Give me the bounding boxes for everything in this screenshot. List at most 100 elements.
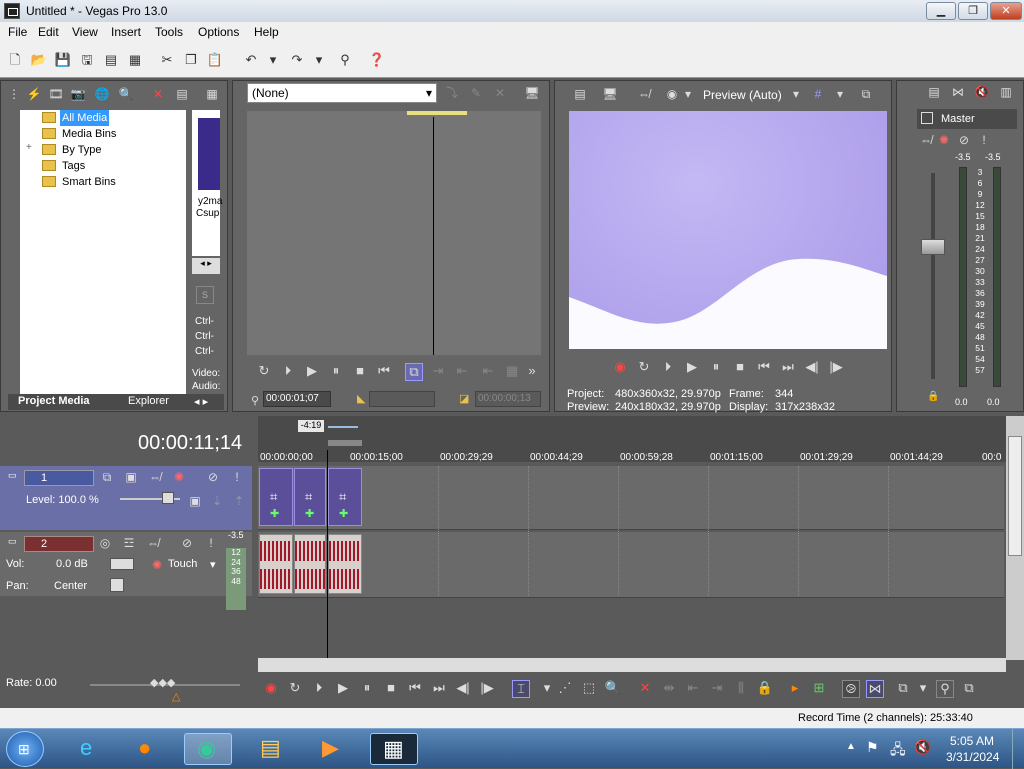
video-event[interactable]: ⌗ ✚ [294,468,326,526]
trim-in-time[interactable]: 00:00:01;07 [263,391,331,407]
loop-playback-icon[interactable]: ↻ [635,359,653,377]
tree-item-by-type[interactable]: By Type [62,142,102,158]
menu-insert[interactable]: Insert [111,25,141,39]
trim-end-icon[interactable]: ⇥ [708,680,726,698]
copy-icon[interactable]: ❐ [182,51,200,69]
chevron-down-icon[interactable]: ▾ [538,680,556,698]
marker-icon[interactable]: ▸ [786,680,804,698]
lock-icon[interactable]: 🔒 [756,680,774,698]
menu-options[interactable]: Options [198,25,239,39]
trim-icon[interactable]: ⇤ [479,363,497,381]
solo-icon[interactable]: ! [228,468,246,486]
remove-media-icon[interactable]: ✕ [149,85,167,103]
automation-icon[interactable]: ✺ [148,556,166,574]
chevron-down-icon[interactable]: ▾ [679,85,697,103]
get-photo-icon[interactable]: 📷 [69,85,87,103]
undo-dropdown-icon[interactable]: ▾ [264,51,282,69]
pause-icon[interactable]: ⏸ [327,363,345,381]
parent-track-icon[interactable]: ⇡ [230,492,248,510]
minimize-button[interactable]: ▁ [926,2,956,20]
selection-tool-icon[interactable]: ⬚ [580,680,598,698]
taskbar-app[interactable]: ◉ [184,733,232,765]
trim-icon[interactable]: ⇹ [660,680,678,698]
redo-dropdown-icon[interactable]: ▾ [310,51,328,69]
network-icon[interactable]: 🖧 [890,739,906,763]
ignore-grouping-icon[interactable]: ⧁ [842,680,860,698]
lock-envelopes-icon[interactable]: ⧉ [960,680,978,698]
record-icon[interactable]: ◉ [611,359,629,377]
thumb-scrollbar[interactable]: ◂ ▸ [192,258,220,274]
compositing-icon[interactable]: ⧉ [98,468,116,486]
horizontal-scrollbar[interactable] [258,658,1006,672]
level-slider-handle[interactable] [162,492,174,504]
region-icon[interactable]: ⊞ [810,680,828,698]
ripple-edit-icon[interactable]: ⧉ [894,680,912,698]
taskbar-ie[interactable]: e [66,733,114,765]
capture-video-icon[interactable]: 🎞 [47,85,65,103]
mute-all-icon[interactable]: 🔇 [973,83,991,101]
tree-item-all-media[interactable]: All Media [60,110,110,126]
chevron-down-icon[interactable]: ▾ [914,680,932,698]
audio-track-name[interactable]: 2 [24,536,94,552]
track-motion-icon[interactable]: ▣ [122,468,140,486]
record-icon[interactable]: ◉ [262,680,280,698]
next-frame-icon[interactable]: |▶ [827,359,845,377]
event-fx-icon[interactable]: ✚ [305,507,314,520]
taskbar-firefox[interactable]: ● [126,733,174,765]
snapping-icon[interactable]: ⚲ [936,680,954,698]
normal-edit-tool-icon[interactable]: ⌶ [512,680,530,698]
pan-slider-handle[interactable] [110,578,124,592]
show-desktop-button[interactable] [1012,729,1024,769]
open-folder-icon[interactable]: 📂 [30,51,48,69]
bypass-motion-icon[interactable]: ⇎ [146,468,164,486]
action-center-flag-icon[interactable]: ⚑ [866,739,879,756]
external-monitor-icon[interactable]: 🖥 [601,85,619,103]
event-pan-crop-icon[interactable]: ⌗ [270,489,277,505]
master-fader-track[interactable] [931,173,935,379]
menu-view[interactable]: View [72,25,98,39]
envelope-tool-icon[interactable]: ⋰ [556,680,574,698]
loop-playback-icon[interactable]: ↻ [286,680,304,698]
grid-icon[interactable]: # [809,85,827,103]
auto-crossfade-icon[interactable]: ⋈ [866,680,884,698]
tab-project-media[interactable]: Project Media [18,395,90,407]
tree-item-media-bins[interactable]: Media Bins [62,126,116,142]
undo-icon[interactable]: ↶ [242,51,260,69]
media-thumbnail[interactable] [198,118,220,190]
paste-icon[interactable]: 📋 [206,51,224,69]
close-button[interactable]: ✕ [990,2,1022,20]
stop-icon[interactable]: ■ [731,359,749,377]
arm-record-icon[interactable]: ◎ [96,534,114,552]
zoom-tool-icon[interactable]: 🔍 [604,680,622,698]
master-fx-icon[interactable]: ⇎ [917,131,935,149]
audio-event[interactable] [294,534,326,594]
mute-icon[interactable]: ⊘ [178,534,196,552]
event-fx-icon[interactable]: ✚ [270,507,279,520]
redo-icon[interactable]: ↷ [288,51,306,69]
enable-snapping-icon[interactable]: ⚲ [336,51,354,69]
video-track-header[interactable]: ▭ 1 ⧉ ▣ ⇎ ✺ ⊘ ! Level: 100.0 % ▣ ⇣ ⇡ [0,466,252,530]
pause-icon[interactable]: ⏸ [707,359,725,377]
import-media-icon[interactable]: ⚡ [25,85,43,103]
trim-start-icon[interactable]: ⇤ [684,680,702,698]
taskbar-explorer[interactable]: ▤ [250,733,298,765]
overflow-icon[interactable]: » [523,363,541,381]
cursor-time[interactable]: 00:00:11;14 [138,432,242,455]
track-fx-icon[interactable]: ✺ [170,468,188,486]
views-icon[interactable]: ▦ [203,85,221,103]
taskbar-media[interactable]: ▶ [310,733,358,765]
event-pan-crop-icon[interactable]: ⌗ [339,489,346,505]
video-event[interactable]: ⌗ ✚ [328,468,362,526]
tab-explorer[interactable]: Explorer [128,395,169,407]
vol-slider-handle[interactable] [110,558,134,570]
play-from-start-icon[interactable]: ⏵ [279,363,297,381]
clear-trimmer-icon[interactable]: ✕ [491,84,509,102]
tab-scroll-arrows[interactable]: ◂ ▸ [194,395,208,408]
play-from-start-icon[interactable]: ⏵ [659,359,677,377]
trim-length-field[interactable] [369,391,435,407]
stop-icon[interactable]: ■ [351,363,369,381]
trim-out-time[interactable]: 00:00:00;13 [475,391,541,407]
maximize-button[interactable]: ❐ [958,2,988,20]
chevron-down-icon[interactable]: ▾ [831,85,849,103]
split-icon[interactable]: ⫼ [732,680,750,698]
